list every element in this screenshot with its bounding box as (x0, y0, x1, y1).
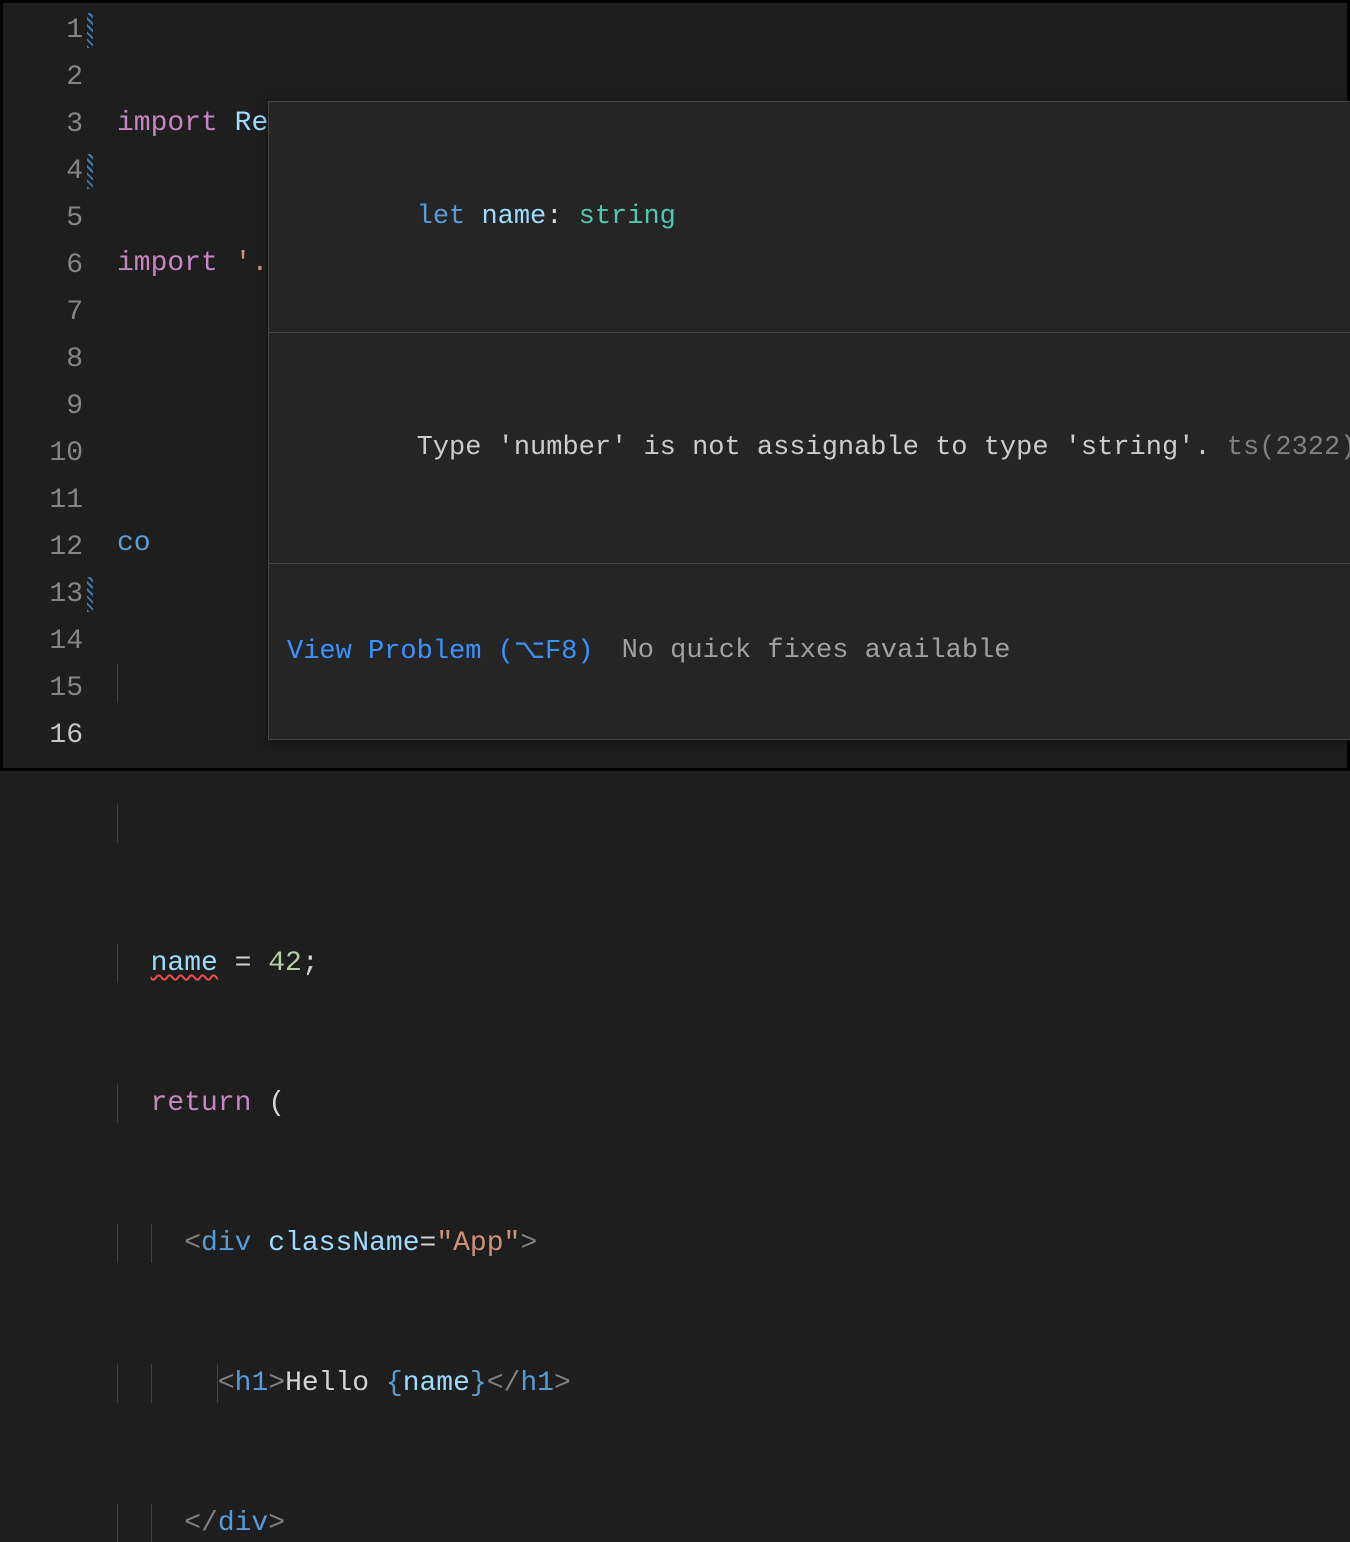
view-problem-link[interactable]: View Problem (⌥F8) (287, 634, 594, 667)
code-line[interactable] (117, 800, 1347, 847)
code-editor[interactable]: 1 2 3 4 5 6 7 8 9 10 11 12 13 14 15 16 i… (3, 3, 1347, 768)
line-number: 6 (3, 242, 83, 289)
hover-message: Type 'number' is not assignable to type … (269, 393, 1350, 503)
divider (269, 332, 1350, 333)
line-number: 13 (3, 571, 83, 618)
line-number: 15 (3, 665, 83, 712)
divider (269, 563, 1350, 564)
line-number: 7 (3, 289, 83, 336)
code-line[interactable]: return ( (117, 1080, 1347, 1127)
error-token[interactable]: name (151, 948, 218, 979)
line-number: 11 (3, 477, 83, 524)
line-number: 8 (3, 336, 83, 383)
line-number: 2 (3, 54, 83, 101)
line-number: 1 (3, 7, 83, 54)
hover-tooltip[interactable]: let name: string Type 'number' is not as… (268, 101, 1350, 740)
line-number: 4 (3, 148, 83, 195)
hover-signature: let name: string (269, 162, 1350, 272)
line-number: 10 (3, 430, 83, 477)
line-number-gutter: 1 2 3 4 5 6 7 8 9 10 11 12 13 14 15 16 (3, 3, 93, 768)
code-line[interactable]: </div> (117, 1500, 1347, 1542)
code-area[interactable]: import React from 'react'; import './App… (93, 3, 1347, 768)
line-number: 14 (3, 618, 83, 665)
code-line[interactable]: name = 42; (117, 940, 1347, 987)
code-line[interactable]: <div className="App"> (117, 1220, 1347, 1267)
line-number: 5 (3, 195, 83, 242)
line-number: 16 (3, 712, 83, 759)
line-number: 12 (3, 524, 83, 571)
no-fixes-text: No quick fixes available (622, 636, 1011, 666)
hover-actions: View Problem (⌥F8) No quick fixes availa… (269, 624, 1350, 679)
line-number: 3 (3, 101, 83, 148)
line-number: 9 (3, 383, 83, 430)
code-line[interactable]: <h1>Hello {name}</h1> (117, 1360, 1347, 1407)
